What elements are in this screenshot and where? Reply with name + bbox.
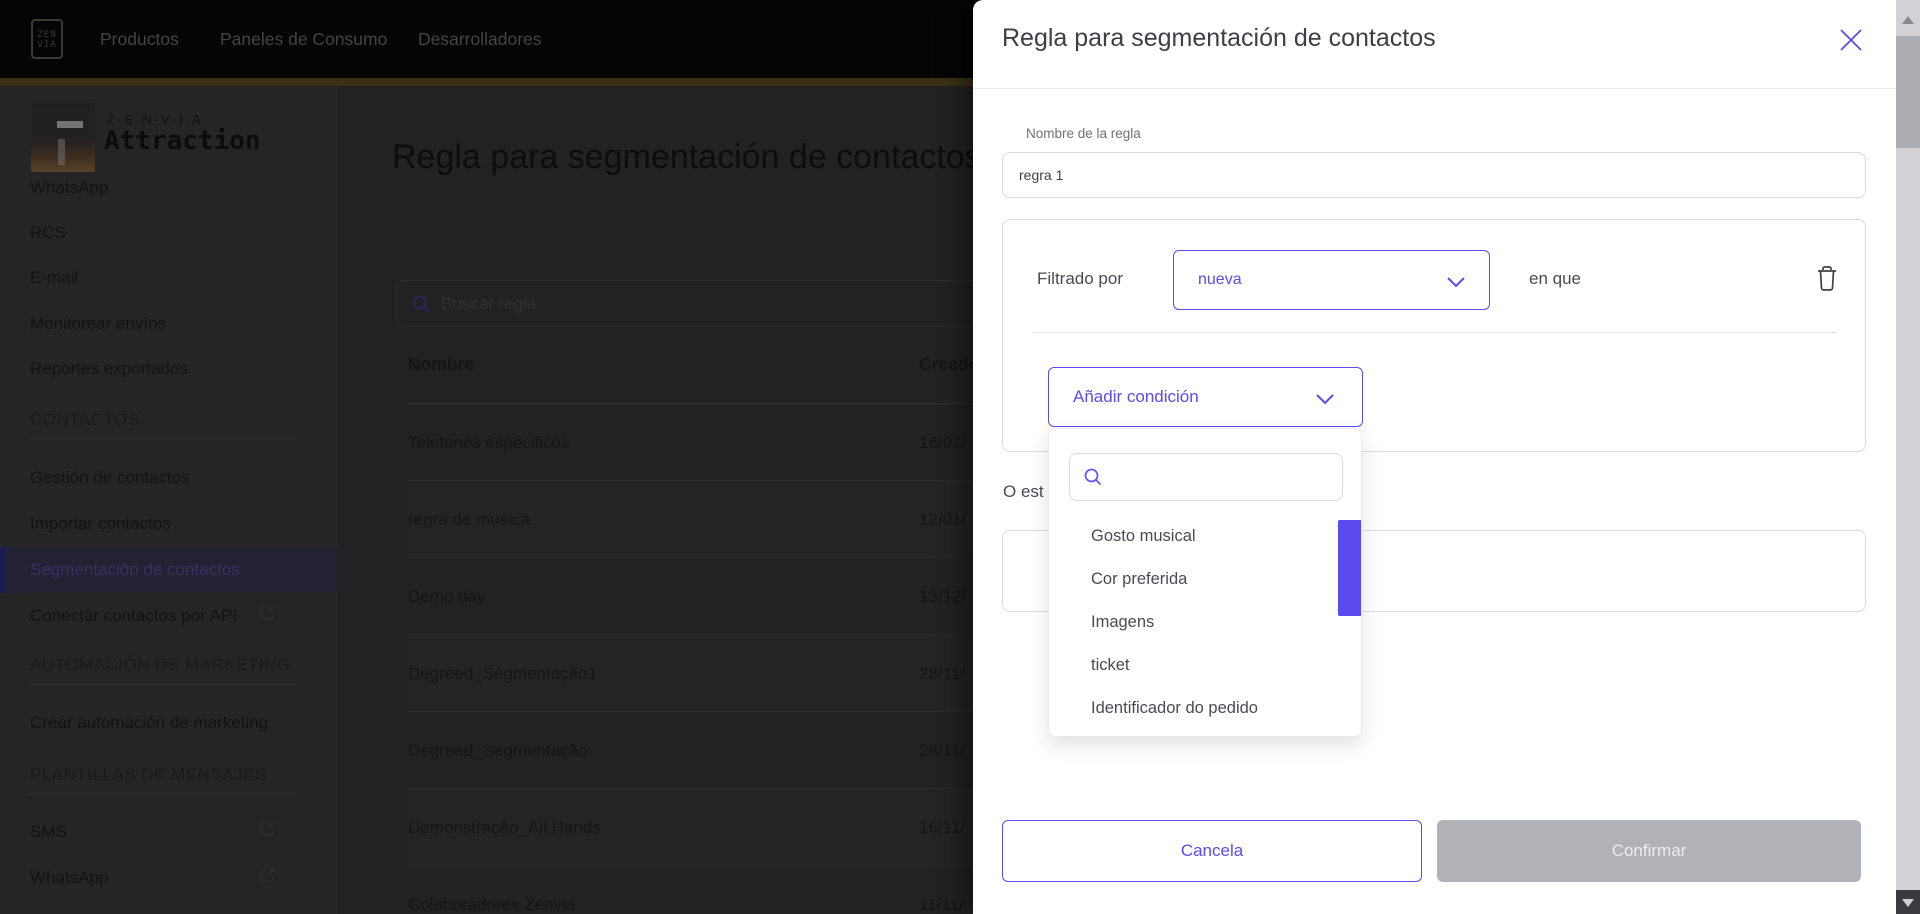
- option-gosto-musical[interactable]: Gosto musical: [1091, 521, 1321, 551]
- browser-scrollbar[interactable]: [1896, 0, 1920, 914]
- trash-icon[interactable]: [1815, 265, 1843, 295]
- filtered-by-label: Filtrado por: [1037, 269, 1123, 288]
- modal-backdrop[interactable]: [0, 0, 973, 914]
- add-condition-select[interactable]: Añadir condición: [1048, 367, 1363, 427]
- chevron-down-icon: [1316, 392, 1334, 410]
- scroll-down-button[interactable]: [1896, 890, 1920, 914]
- scroll-down-icon: [1902, 899, 1914, 907]
- add-condition-label: Añadir condición: [1073, 387, 1199, 406]
- option-cor-preferida[interactable]: Cor preferida: [1091, 564, 1321, 594]
- rule-name-input[interactable]: [1002, 152, 1866, 198]
- confirm-button[interactable]: Confirmar: [1437, 820, 1861, 882]
- en-que-label: en que: [1529, 269, 1581, 288]
- scrollbar-thumb[interactable]: [1896, 36, 1920, 148]
- or-clause-text: O est: [1003, 482, 1044, 501]
- filter-card: Filtrado por nueva en que Añadir condici…: [1002, 219, 1866, 452]
- close-icon[interactable]: [1837, 26, 1867, 56]
- filter-card-divider: [1033, 332, 1837, 333]
- option-ticket[interactable]: ticket: [1091, 650, 1321, 680]
- modal-header-divider: [973, 88, 1896, 89]
- chevron-down-icon: [1447, 275, 1465, 293]
- cancel-button[interactable]: Cancela: [1002, 820, 1422, 882]
- modal-title: Regla para segmentación de contactos: [1002, 24, 1436, 52]
- dropdown-scrollbar-thumb[interactable]: [1338, 520, 1361, 616]
- option-identificador-do-pedido[interactable]: Identificador do pedido: [1091, 693, 1321, 723]
- screen: ZEN VIA Productos Paneles de Consumo Des…: [0, 0, 1920, 914]
- rule-modal: Regla para segmentación de contactos Nom…: [973, 0, 1896, 914]
- filter-field-value: nueva: [1198, 271, 1242, 288]
- dropdown-search-input[interactable]: [1114, 454, 1334, 500]
- dropdown-search: [1069, 453, 1343, 501]
- option-imagens[interactable]: Imagens: [1091, 607, 1321, 637]
- search-icon: [1083, 467, 1103, 492]
- rule-name-label: Nombre de la regla: [1026, 126, 1141, 141]
- condition-dropdown: Gosto musical Cor preferida Imagens tick…: [1048, 428, 1362, 737]
- scroll-up-icon[interactable]: [1902, 16, 1914, 24]
- filter-field-select[interactable]: nueva: [1173, 250, 1490, 310]
